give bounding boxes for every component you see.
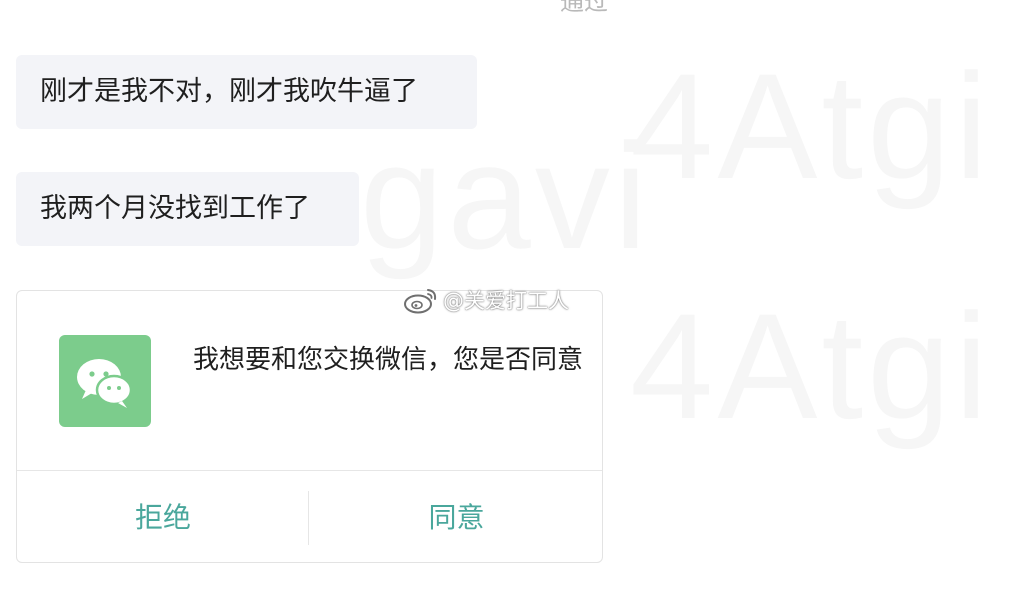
card-body: 我想要和您交换微信，您是否同意 <box>17 291 602 471</box>
top-status-text: 通过 <box>560 0 608 16</box>
message-bubble: 我两个月没找到工作了 <box>16 172 359 246</box>
accept-button[interactable]: 同意 <box>310 471 602 562</box>
reject-button[interactable]: 拒绝 <box>17 471 309 562</box>
message-bubble: 刚才是我不对，刚才我吹牛逼了 <box>16 55 477 129</box>
divider <box>308 491 309 545</box>
weibo-watermark: @关爱打工人 <box>403 284 569 316</box>
wechat-icon <box>59 335 151 427</box>
chat-view: 4Atgi gavi 4Atgi gavi 通过 刚才是我不对，刚才我吹牛逼了 … <box>0 0 1012 600</box>
watermark-text: @关爱打工人 <box>443 289 569 313</box>
wechat-exchange-card: 我想要和您交换微信，您是否同意 拒绝 同意 <box>16 290 603 563</box>
weibo-icon <box>404 289 437 314</box>
card-actions: 拒绝 同意 <box>17 471 602 562</box>
card-message: 我想要和您交换微信，您是否同意 <box>193 345 584 375</box>
